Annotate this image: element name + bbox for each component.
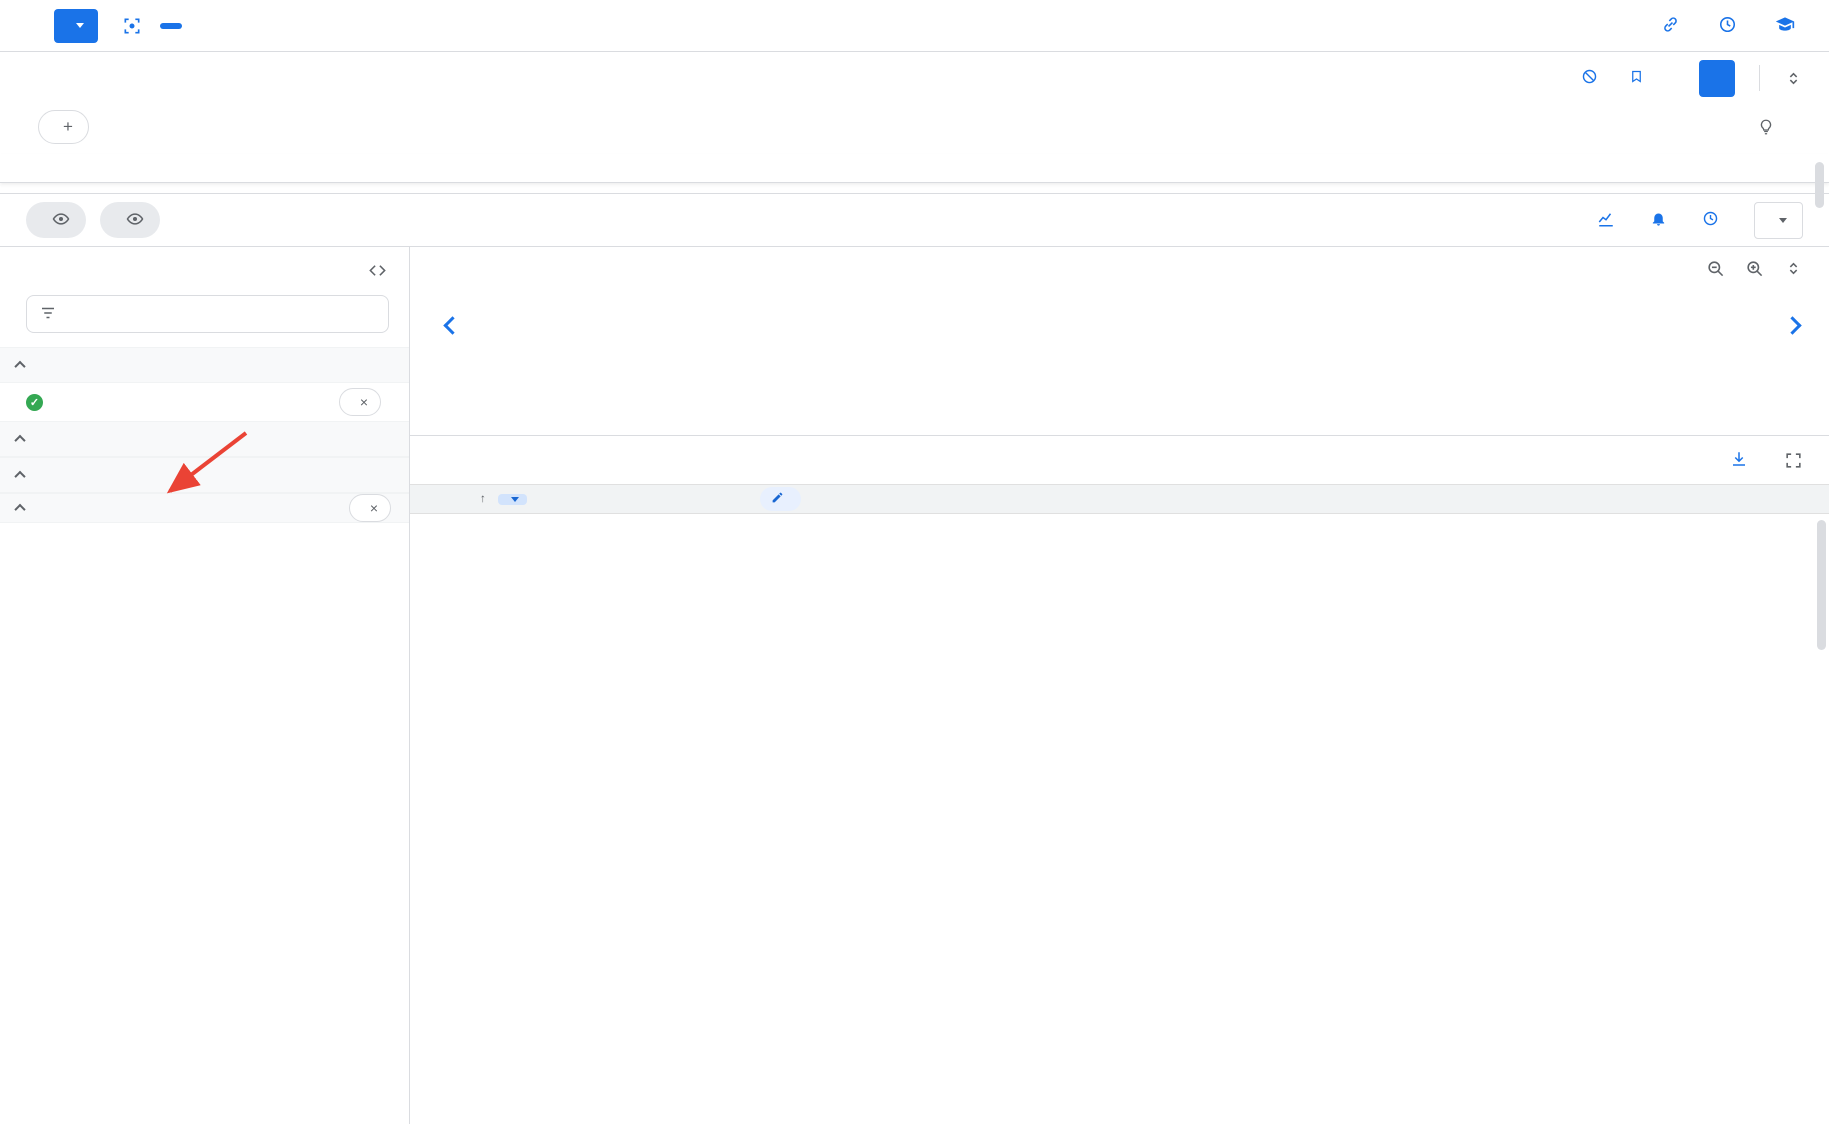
fields-search-input[interactable] bbox=[69, 305, 376, 323]
editor-scrollbar[interactable] bbox=[1815, 162, 1824, 208]
school-icon bbox=[1775, 14, 1795, 37]
histogram-chip[interactable] bbox=[100, 202, 160, 238]
filter-icon bbox=[39, 304, 57, 325]
query-results-header bbox=[410, 436, 1829, 484]
query-tabs-row bbox=[0, 52, 1829, 104]
field-item-resource[interactable]: ✓ × bbox=[0, 383, 409, 421]
histogram-panel bbox=[410, 247, 1829, 436]
remove-field-chip[interactable]: × bbox=[349, 494, 391, 522]
plus-icon: + bbox=[63, 117, 73, 137]
top-bar bbox=[0, 0, 1829, 52]
timezone-chip[interactable] bbox=[498, 494, 527, 505]
collapse-query-icon[interactable] bbox=[1784, 69, 1803, 88]
pencil-icon bbox=[771, 491, 784, 507]
histogram-next-button[interactable] bbox=[1783, 316, 1801, 334]
results-scrollbar[interactable] bbox=[1817, 520, 1826, 650]
query-editor[interactable] bbox=[0, 154, 1829, 183]
section-resource-type[interactable] bbox=[0, 347, 409, 383]
chevron-down-icon bbox=[511, 497, 519, 502]
project-badge bbox=[160, 23, 182, 29]
chart-icon bbox=[1597, 210, 1615, 231]
clear-icon bbox=[1581, 68, 1598, 88]
chevron-up-icon bbox=[14, 504, 25, 515]
jump-to-now-button[interactable] bbox=[1702, 210, 1726, 230]
code-panel-icon[interactable] bbox=[368, 261, 387, 280]
eye-icon bbox=[52, 210, 70, 231]
link-icon bbox=[1661, 15, 1680, 37]
download-button[interactable] bbox=[1730, 450, 1756, 471]
zoom-out-icon[interactable] bbox=[1706, 259, 1725, 278]
chevron-up-icon bbox=[14, 361, 25, 372]
view-toolbar bbox=[0, 193, 1829, 247]
fields-search-box[interactable] bbox=[26, 295, 389, 333]
chevron-up-icon bbox=[14, 471, 25, 482]
log-fields-panel: ✓ × bbox=[0, 247, 410, 1124]
time-range-button[interactable] bbox=[1718, 15, 1745, 37]
run-query-button[interactable] bbox=[1699, 60, 1735, 97]
bookmark-icon bbox=[1629, 69, 1644, 87]
search-tip bbox=[1757, 118, 1803, 136]
download-icon bbox=[1730, 450, 1748, 471]
section-remote-ip[interactable]: × bbox=[0, 493, 409, 523]
learn-button[interactable] bbox=[1775, 14, 1803, 37]
section-severity[interactable] bbox=[0, 421, 409, 457]
col-timestamp[interactable]: ↑ bbox=[480, 493, 486, 505]
spacer bbox=[0, 183, 1829, 193]
more-actions-button[interactable] bbox=[1754, 202, 1803, 239]
bell-icon bbox=[1650, 210, 1667, 230]
close-icon: × bbox=[360, 394, 368, 410]
eye-icon bbox=[126, 210, 144, 231]
results-table: ↑ bbox=[410, 484, 1829, 1124]
filter-bar: + bbox=[0, 104, 1829, 154]
chevron-down-icon bbox=[76, 23, 84, 28]
histogram-plot[interactable] bbox=[514, 279, 1765, 373]
main-content: ↑ bbox=[410, 247, 1829, 1124]
collapse-histogram-icon[interactable] bbox=[1784, 259, 1803, 278]
correlate-by-chip[interactable]: + bbox=[38, 110, 89, 144]
create-metric-button[interactable] bbox=[1597, 210, 1622, 231]
refine-scope-button[interactable] bbox=[122, 16, 182, 36]
chevron-up-icon bbox=[14, 435, 25, 446]
zoom-in-icon[interactable] bbox=[1745, 259, 1764, 278]
log-detail bbox=[410, 514, 1829, 1124]
chevron-down-icon bbox=[1779, 218, 1787, 223]
create-alert-button[interactable] bbox=[1650, 210, 1674, 230]
logs-explorer-app: + bbox=[0, 0, 1829, 1124]
divider bbox=[1759, 65, 1760, 91]
lightbulb-icon bbox=[1757, 118, 1775, 136]
close-icon: × bbox=[370, 500, 378, 516]
section-log-name[interactable] bbox=[0, 457, 409, 493]
share-link-button[interactable] bbox=[1661, 15, 1688, 37]
histogram-prev-button[interactable] bbox=[443, 316, 461, 334]
fullscreen-icon[interactable] bbox=[1784, 451, 1803, 470]
refine-scope-icon bbox=[122, 16, 142, 36]
options-button[interactable] bbox=[54, 9, 98, 43]
save-button[interactable] bbox=[1629, 69, 1651, 87]
log-fields-chip[interactable] bbox=[26, 202, 86, 238]
clock-icon bbox=[1702, 210, 1719, 230]
histogram-axis[interactable] bbox=[514, 385, 1765, 433]
check-icon: ✓ bbox=[26, 394, 43, 411]
clear-query-button[interactable] bbox=[1581, 68, 1605, 88]
clock-icon bbox=[1718, 15, 1737, 37]
results-table-header: ↑ bbox=[410, 484, 1829, 514]
edit-summary-chip[interactable] bbox=[760, 487, 801, 511]
clear-filter-chip[interactable]: × bbox=[339, 388, 381, 416]
